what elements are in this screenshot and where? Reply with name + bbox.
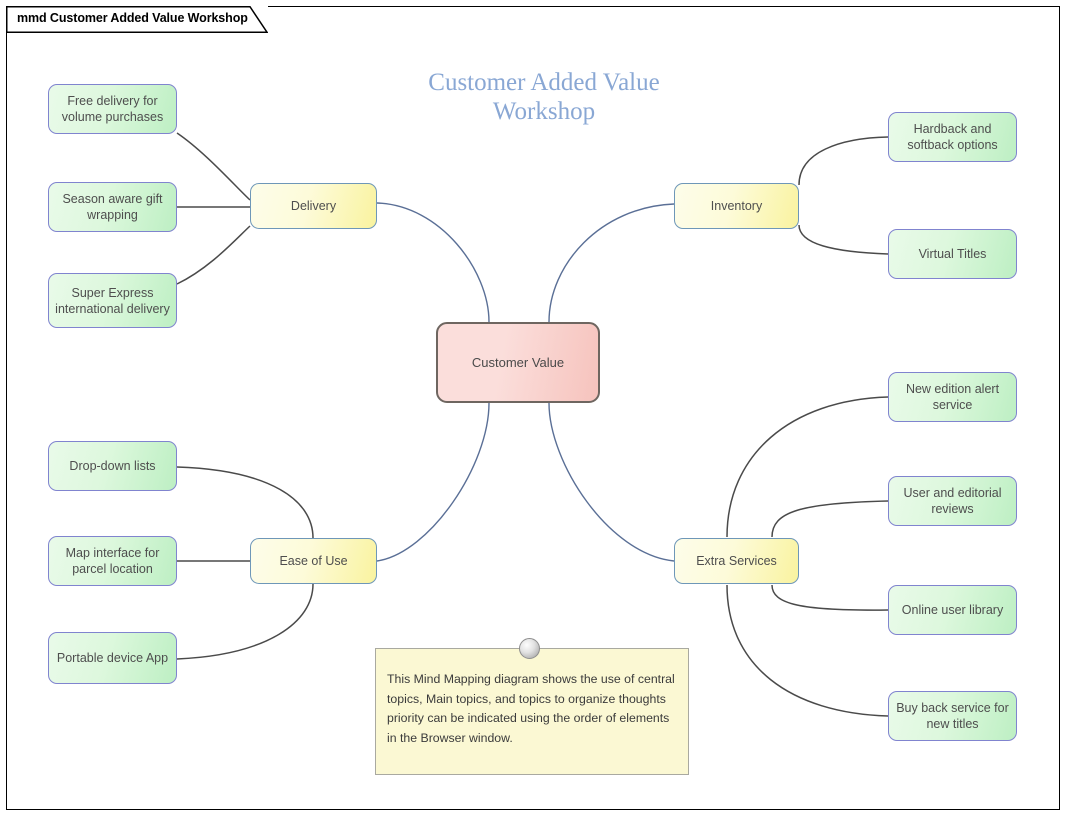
leaf-node-free-delivery[interactable]: Free delivery for volume purchases <box>48 84 177 134</box>
leaf-node-map-interface[interactable]: Map interface for parcel location <box>48 536 177 586</box>
leaf-node-label: Hardback and softback options <box>907 122 998 152</box>
leaf-node-label: Online user library <box>901 603 1004 617</box>
leaf-node-label: Season aware gift wrapping <box>62 192 163 222</box>
main-topic-extra-services[interactable]: Extra Services <box>674 538 799 584</box>
leaf-node-drop-down-lists[interactable]: Drop-down lists <box>48 441 177 491</box>
leaf-node-super-express[interactable]: Super Express international delivery <box>48 273 177 328</box>
leaf-node-label: Map interface for parcel location <box>65 546 160 576</box>
leaf-node-label: Free delivery for volume purchases <box>61 94 164 124</box>
leaf-node-label: Buy back service for new titles <box>896 701 1009 731</box>
main-topic-label: Delivery <box>290 199 337 213</box>
diagram-title-tab[interactable]: mmd Customer Added Value Workshop <box>6 6 268 33</box>
leaf-node-portable-device-app[interactable]: Portable device App <box>48 632 177 684</box>
page-title: Customer Added Value Workshop <box>428 69 660 125</box>
leaf-node-label: Virtual Titles <box>918 247 987 261</box>
leaf-node-new-edition-alert[interactable]: New edition alert service <box>888 372 1017 422</box>
leaf-node-label: New edition alert service <box>905 382 1000 412</box>
leaf-node-label: Super Express international delivery <box>55 285 170 316</box>
leaf-node-gift-wrapping[interactable]: Season aware gift wrapping <box>48 182 177 232</box>
main-topic-inventory[interactable]: Inventory <box>674 183 799 229</box>
main-topic-label: Extra Services <box>696 554 777 568</box>
diagram-canvas: mmd Customer Added Value Workshop Custom… <box>0 0 1068 817</box>
main-topic-label: Ease of Use <box>279 554 348 568</box>
leaf-node-user-editorial-reviews[interactable]: User and editorial reviews <box>888 476 1017 526</box>
central-topic-node[interactable]: Customer Value <box>436 322 600 403</box>
note-text: This Mind Mapping diagram shows the use … <box>387 672 675 745</box>
note-pin-icon <box>519 638 540 659</box>
leaf-node-label: Drop-down lists <box>69 459 156 473</box>
note-box[interactable]: This Mind Mapping diagram shows the use … <box>375 648 689 775</box>
leaf-node-online-user-library[interactable]: Online user library <box>888 585 1017 635</box>
leaf-node-buy-back-service[interactable]: Buy back service for new titles <box>888 691 1017 741</box>
title-tab-label: mmd Customer Added Value Workshop <box>17 11 248 25</box>
central-topic-label: Customer Value <box>471 354 565 370</box>
leaf-node-label: Portable device App <box>56 651 169 665</box>
leaf-node-label: User and editorial reviews <box>903 486 1002 516</box>
main-topic-label: Inventory <box>710 199 763 213</box>
main-topic-ease-of-use[interactable]: Ease of Use <box>250 538 377 584</box>
main-topic-delivery[interactable]: Delivery <box>250 183 377 229</box>
leaf-node-hardback-softback[interactable]: Hardback and softback options <box>888 112 1017 162</box>
leaf-node-virtual-titles[interactable]: Virtual Titles <box>888 229 1017 279</box>
